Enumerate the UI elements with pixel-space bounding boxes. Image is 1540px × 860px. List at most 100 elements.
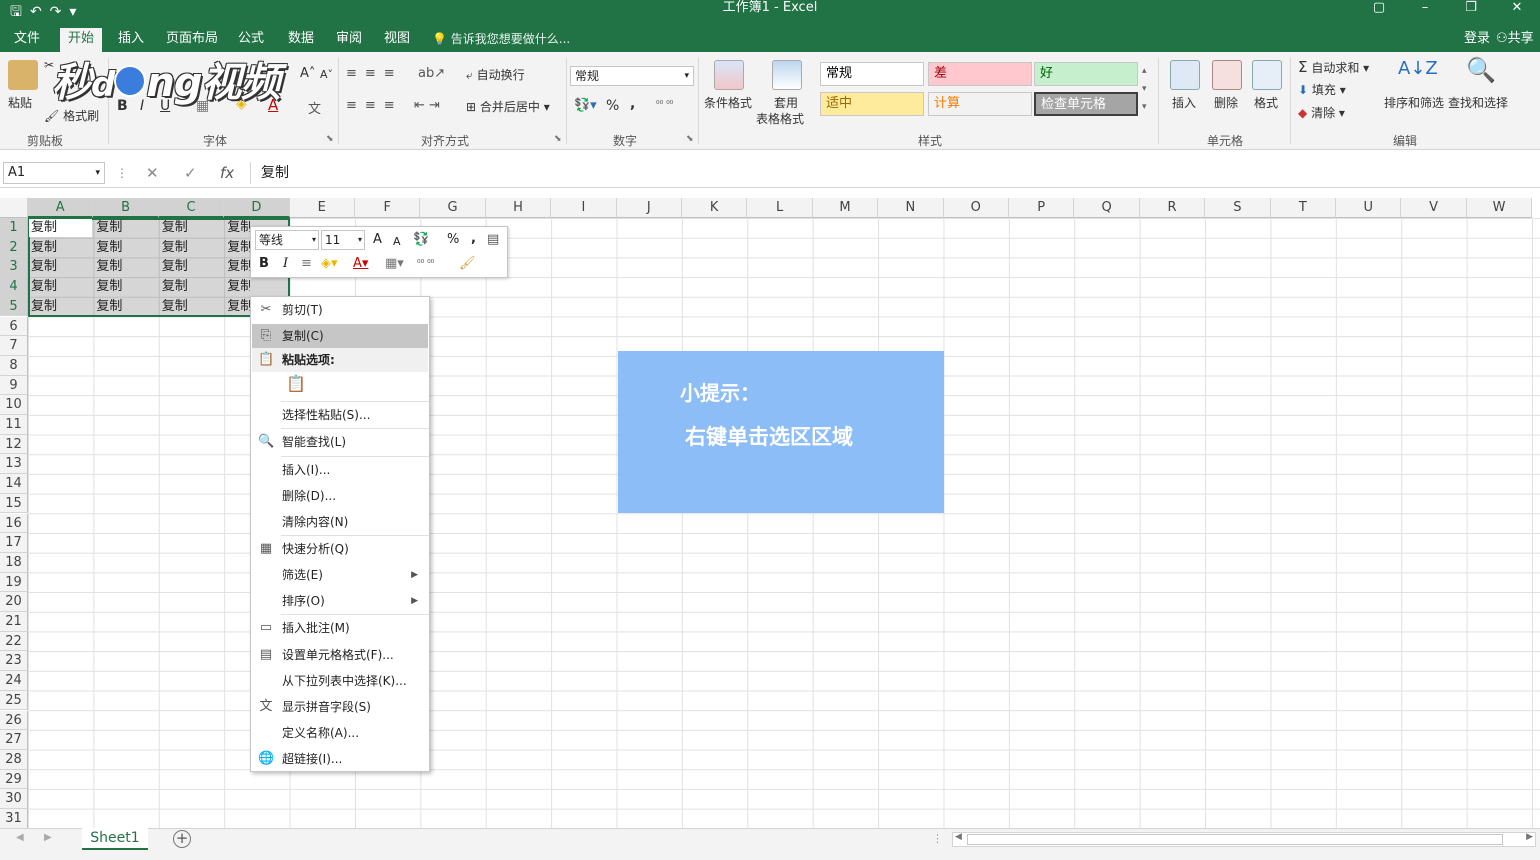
ribbon-display-icon[interactable]: ▢ xyxy=(1356,0,1402,16)
style-normal[interactable]: 常规 xyxy=(820,62,924,86)
orientation-icon[interactable]: ab↗ xyxy=(418,66,445,81)
name-box[interactable]: A1 ▾ xyxy=(3,162,105,184)
insert-function-icon[interactable]: fx xyxy=(220,162,234,184)
font-dialog-launcher-icon[interactable]: ⬊ xyxy=(326,134,334,144)
row-header-27[interactable]: 27 xyxy=(0,730,28,750)
column-header-d[interactable]: D xyxy=(224,198,290,218)
mini-bold-button[interactable]: B xyxy=(259,256,269,272)
menu-item-15[interactable]: 文显示拼音字段(S) xyxy=(252,695,428,719)
format-as-table-icon[interactable] xyxy=(772,60,802,90)
style-calculation[interactable]: 计算 xyxy=(928,92,1032,116)
currency-icon[interactable]: 💱▾ xyxy=(574,98,597,113)
find-select-button[interactable]: 查找和选择 xyxy=(1448,94,1508,111)
paste-icon[interactable] xyxy=(8,60,38,90)
close-icon[interactable]: ✕ xyxy=(1494,0,1540,16)
row-header-19[interactable]: 19 xyxy=(0,572,28,593)
decimal-buttons[interactable]: ⁰⁰ ⁰⁰ xyxy=(656,100,673,110)
cell-c2[interactable]: 复制 xyxy=(159,238,224,257)
row-header-28[interactable]: 28 xyxy=(0,749,28,770)
column-header-a[interactable]: A xyxy=(28,198,94,218)
menu-item-11[interactable]: 排序(O) ▶ xyxy=(252,589,428,613)
tab-file[interactable]: 文件 xyxy=(6,28,48,52)
scroll-thumb[interactable] xyxy=(967,834,1503,845)
cancel-icon[interactable]: ✕ xyxy=(146,162,159,184)
row-header-20[interactable]: 20 xyxy=(0,592,28,612)
mini-border-icon[interactable]: ▦▾ xyxy=(385,256,404,272)
cell-c1[interactable]: 复制 xyxy=(159,218,224,237)
menu-item-4[interactable]: 选择性粘贴(S)... xyxy=(252,403,428,427)
horizontal-align-icons[interactable]: ≡≡≡ xyxy=(346,98,403,113)
grow-font-icon[interactable]: A˄ xyxy=(300,66,315,81)
column-header-f[interactable]: F xyxy=(355,198,421,218)
menu-item-16[interactable]: 定义名称(A)... xyxy=(252,721,428,745)
mini-shrink-font-button[interactable]: A xyxy=(393,234,401,250)
column-header-c[interactable]: C xyxy=(158,198,225,218)
menu-item-12[interactable]: ▭ 插入批注(M) xyxy=(252,616,428,640)
style-check-cell[interactable]: 检查单元格 xyxy=(1034,92,1138,116)
tab-formulas[interactable]: 公式 xyxy=(230,28,272,52)
sort-filter-button[interactable]: 排序和筛选 xyxy=(1384,94,1444,111)
mini-italic-button[interactable]: I xyxy=(283,256,288,272)
autosum-button[interactable]: Σ 自动求和 ▾ xyxy=(1298,58,1369,76)
worksheet-grid[interactable]: ABCDEFGHIJKLMNOPQRSTUVW 1 2 3 4 5 6 7 8 9 10 11 12 1… xyxy=(0,198,1540,828)
mini-align-center-icon[interactable]: ≡ xyxy=(301,256,312,272)
column-header-l[interactable]: L xyxy=(747,198,813,218)
row-header-8[interactable]: 8 xyxy=(0,355,28,376)
style-good[interactable]: 好 xyxy=(1034,62,1138,86)
sheet-nav-right-icon[interactable]: ▶ xyxy=(44,832,52,843)
row-header-10[interactable]: 10 xyxy=(0,395,28,415)
row-header-29[interactable]: 29 xyxy=(0,769,28,790)
fill-button[interactable]: ⬇ 填充 ▾ xyxy=(1298,81,1346,98)
cell-c3[interactable]: 复制 xyxy=(159,257,224,276)
menu-item-8[interactable]: 清除内容(N) xyxy=(252,510,428,534)
column-header-u[interactable]: U xyxy=(1336,198,1402,218)
mini-fill-color-icon[interactable]: ◈▾ xyxy=(321,256,338,272)
column-header-g[interactable]: G xyxy=(420,198,486,218)
mini-font-dropdown[interactable]: 等线 ▾ xyxy=(255,230,319,250)
find-select-icon[interactable]: 🔍 xyxy=(1466,56,1496,84)
paste-option-button[interactable]: 📋 xyxy=(252,374,428,398)
menu-item-10[interactable]: 筛选(E) ▶ xyxy=(252,563,428,587)
column-header-w[interactable]: W xyxy=(1466,198,1533,218)
cell-d1[interactable]: 复制 xyxy=(224,218,250,237)
row-header-22[interactable]: 22 xyxy=(0,631,28,652)
tell-me-box[interactable]: 💡 告诉我您想要做什么... xyxy=(432,28,570,50)
sheet-nav-left-icon[interactable]: ◀ xyxy=(16,832,24,843)
menu-item-17[interactable]: 🌐 超链接(I)... xyxy=(252,747,428,771)
row-header-15[interactable]: 15 xyxy=(0,493,28,514)
insert-cells-icon[interactable] xyxy=(1170,60,1200,90)
menu-item-5[interactable]: 🔍 智能查找(L) xyxy=(252,430,428,454)
cell-a1[interactable]: 复制 xyxy=(28,218,93,237)
row-header-9[interactable]: 9 xyxy=(0,375,28,396)
row-header-13[interactable]: 13 xyxy=(0,454,28,475)
cell-d4[interactable]: 复制 xyxy=(224,277,250,296)
cell-d2[interactable]: 复制 xyxy=(224,238,250,257)
format-as-table-label-1[interactable]: 套用 xyxy=(774,94,798,111)
number-format-dropdown[interactable]: 常规 ▾ xyxy=(570,66,694,86)
row-header-7[interactable]: 7 xyxy=(0,336,28,356)
row-header-3[interactable]: 3 xyxy=(0,257,28,278)
column-header-j[interactable]: J xyxy=(616,198,682,218)
merge-center-button[interactable]: ⊞ 合并后居中 ▾ xyxy=(466,98,550,115)
cell-d5[interactable]: 复制 xyxy=(224,297,250,316)
cell-c4[interactable]: 复制 xyxy=(159,277,224,296)
column-header-s[interactable]: S xyxy=(1205,198,1271,218)
menu-item-13[interactable]: ▤ 设置单元格格式(F)... xyxy=(252,643,428,667)
tab-review[interactable]: 审阅 xyxy=(328,28,370,52)
format-painter-button[interactable]: 🖌 格式刷 xyxy=(44,107,99,124)
column-header-b[interactable]: B xyxy=(93,198,159,218)
style-neutral[interactable]: 适中 xyxy=(820,92,924,116)
row-header-23[interactable]: 23 xyxy=(0,651,28,672)
cell-b2[interactable]: 复制 xyxy=(93,238,158,257)
indent-icons[interactable]: ⇤ ⇥ xyxy=(414,98,440,113)
cell-a4[interactable]: 复制 xyxy=(28,277,93,296)
cell-b1[interactable]: 复制 xyxy=(93,218,158,237)
mini-percent-button[interactable]: % xyxy=(447,232,459,248)
tab-split-handle[interactable]: ⋮ xyxy=(932,832,943,845)
column-header-t[interactable]: T xyxy=(1270,198,1336,218)
add-sheet-icon[interactable]: + xyxy=(173,830,191,848)
tab-home[interactable]: 开始 xyxy=(60,28,103,52)
tab-view[interactable]: 视图 xyxy=(376,28,418,52)
restore-icon[interactable]: ❐ xyxy=(1448,0,1494,16)
row-header-26[interactable]: 26 xyxy=(0,710,28,731)
